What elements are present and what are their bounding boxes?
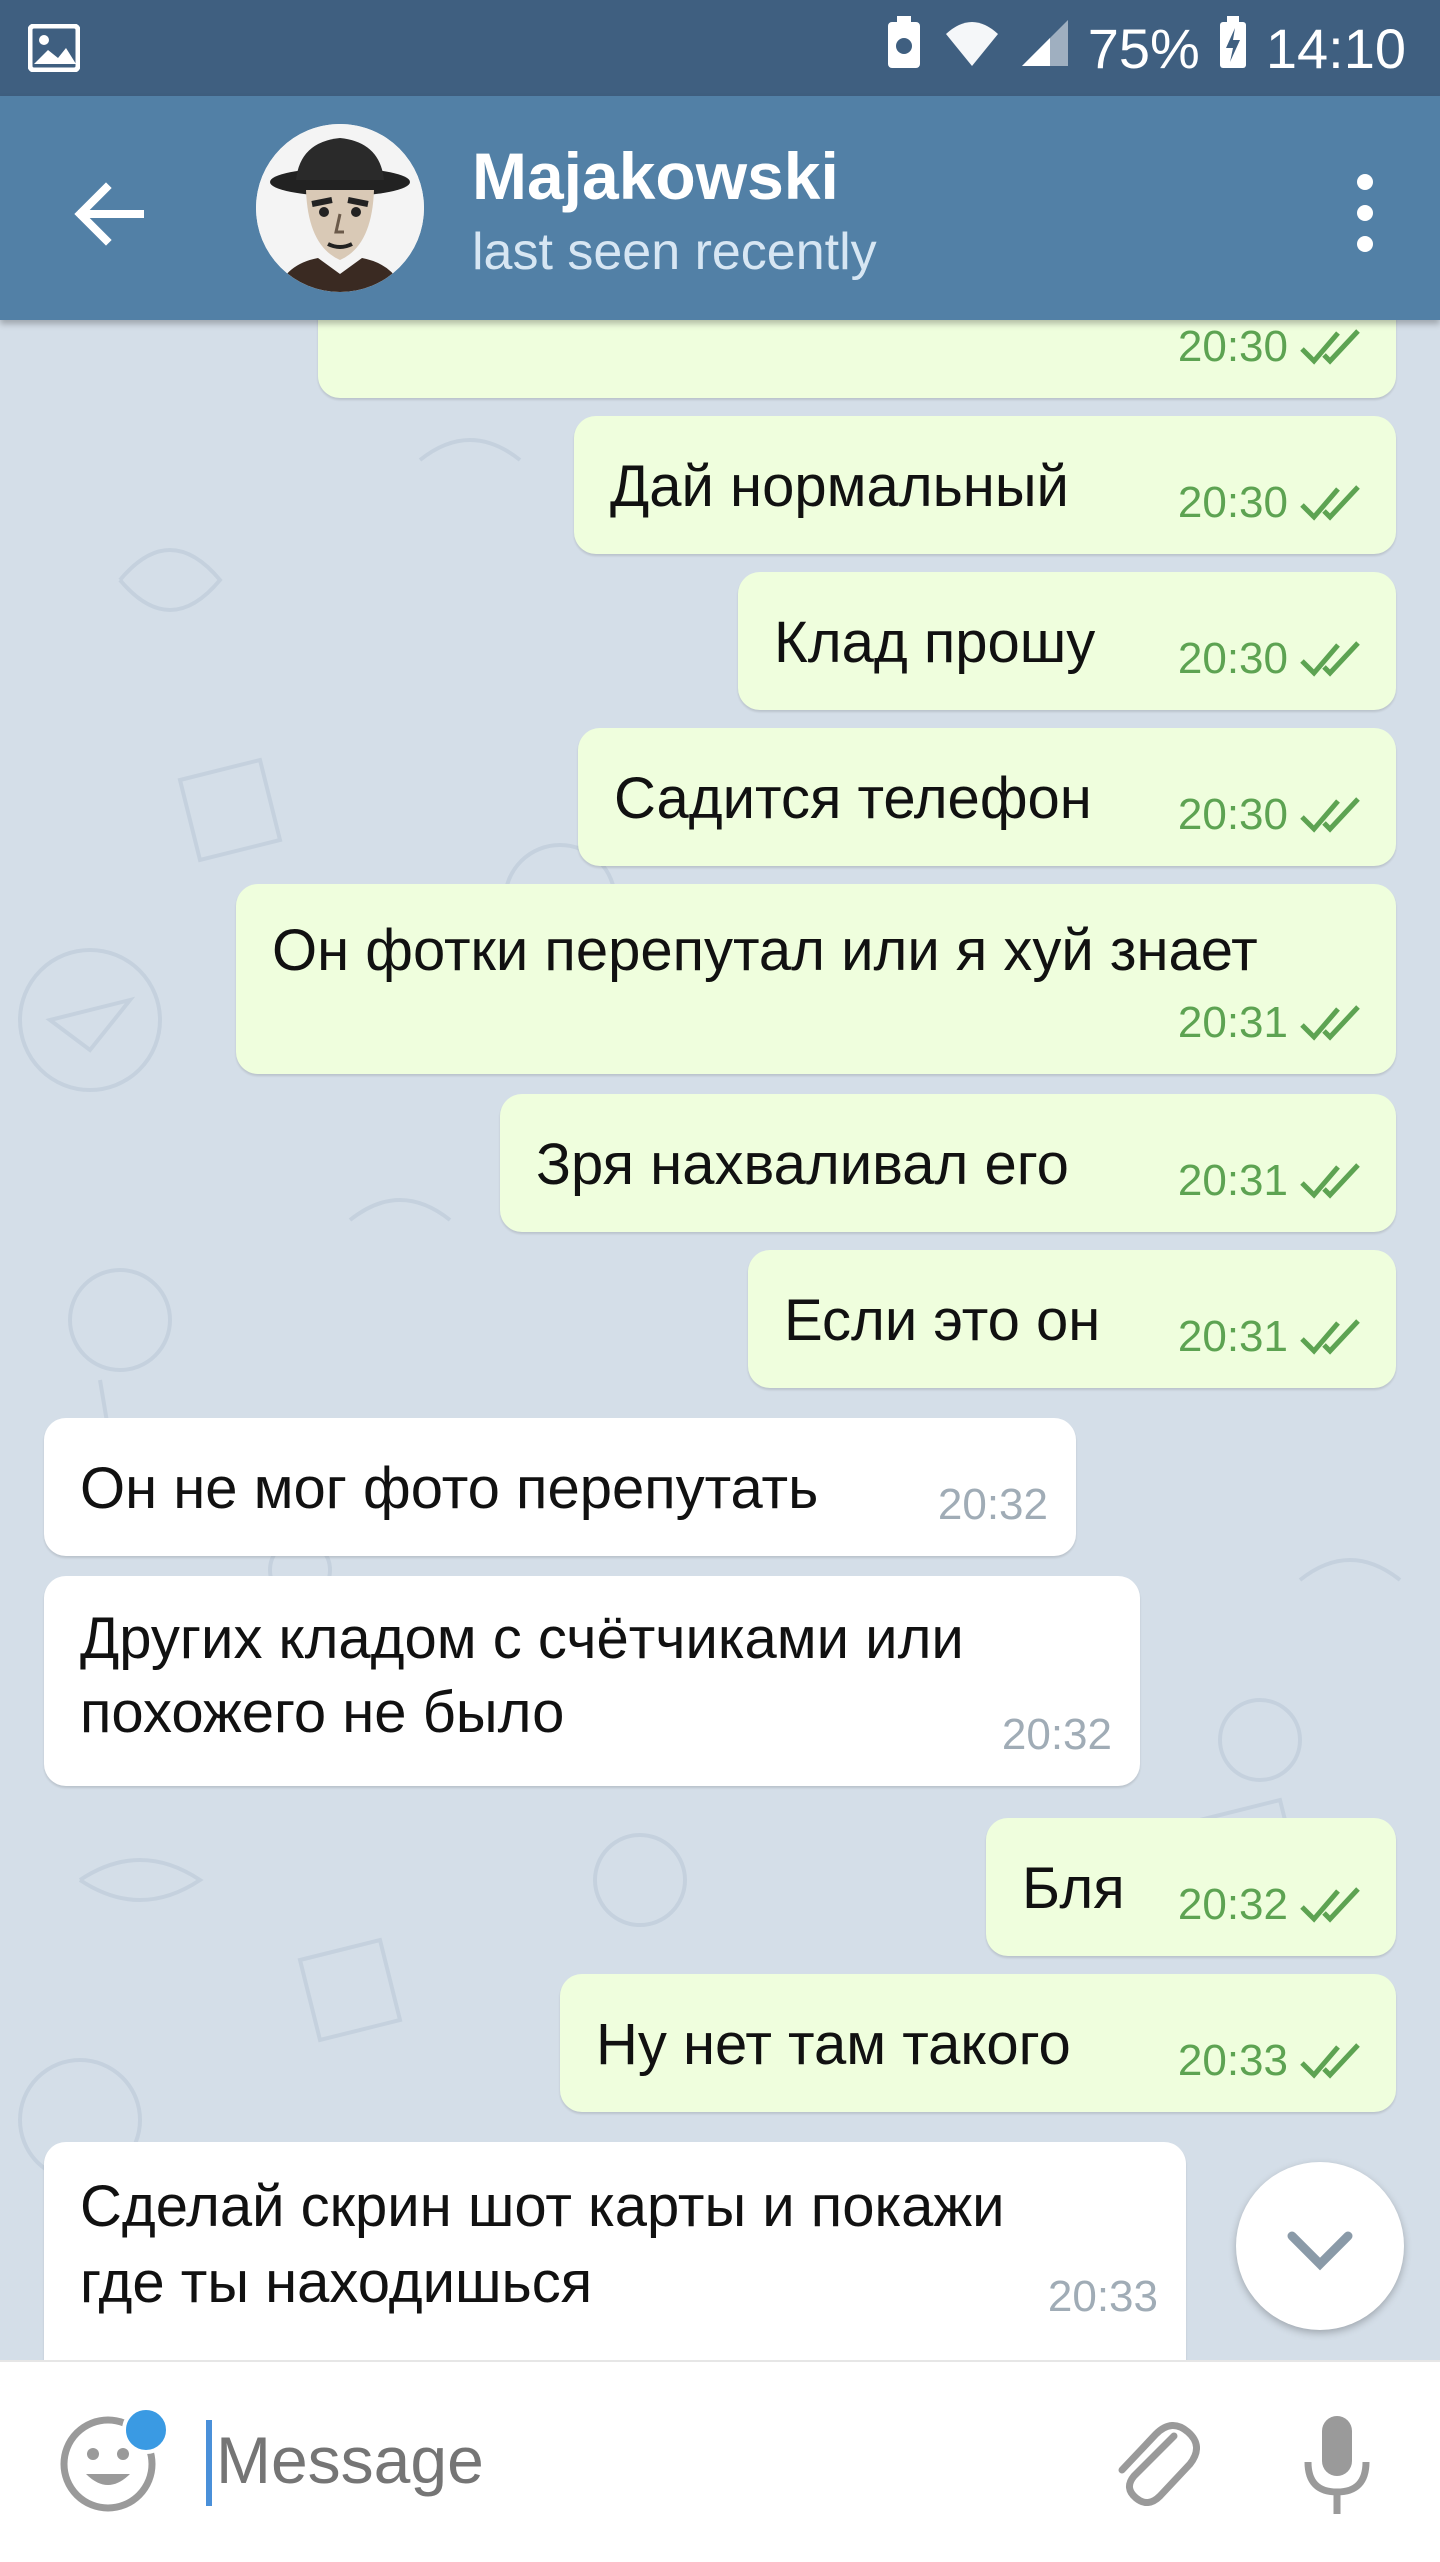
avatar[interactable] [256,124,424,292]
message-time: 20:32 [1001,1710,1112,1759]
double-check-icon [1300,1887,1360,1923]
message-text: Он не мог фото перепутать [80,1456,819,1521]
message-meta: 20:33 [1048,2260,1158,2334]
clock: 14:10 [1265,17,1406,80]
message-meta: 20:32 [1178,1868,1368,1942]
message-meta: 20:30 [1178,320,1368,384]
microphone-icon[interactable] [1292,2410,1382,2520]
battery-saver-icon [884,14,924,83]
message-bubble-outgoing[interactable]: Бля 20:32 [986,1818,1396,1956]
message-composer [0,2360,1440,2562]
message-bubble-incoming[interactable]: Он не мог фото перепутать 20:32 [44,1418,1076,1556]
message-meta: 20:31 [1178,1300,1368,1374]
double-check-icon [1300,1005,1360,1041]
double-check-icon [1300,641,1360,677]
double-check-icon [1300,1163,1360,1199]
signal-icon [1020,16,1070,81]
more-vertical-icon[interactable] [1330,168,1400,258]
chat-header: Majakowski last seen recently [0,96,1440,320]
message-bubble-outgoing[interactable]: Если это он 20:31 [748,1250,1396,1388]
message-bubble-incoming[interactable]: Сделай скрин шот карты и покажи где ты н… [44,2142,1186,2360]
message-time: 20:32 [937,1480,1048,1529]
message-bubble-outgoing[interactable]: Зря нахваливал его 20:31 [500,1094,1396,1232]
message-time: 20:31 [1177,1156,1288,1205]
message-time: 20:31 [1177,998,1288,1047]
message-time: 20:30 [1177,634,1288,683]
double-check-icon [1300,329,1360,365]
double-check-icon [1300,2043,1360,2079]
message-time: 20:30 [1177,790,1288,839]
message-meta: 20:33 [1178,2024,1368,2098]
message-text-line1: Сделай скрин шот карты и покажи [80,2174,1005,2239]
paperclip-icon[interactable] [1104,2414,1200,2514]
message-text: Бля [1022,1856,1125,1921]
notification-dot [122,2406,170,2454]
message-bubble-outgoing[interactable]: Клад прошу 20:30 [738,572,1396,710]
message-text: Ну нет там такого [596,2012,1071,2077]
text-cursor [206,2420,212,2506]
wifi-icon [942,16,1002,81]
scroll-down-button[interactable] [1236,2162,1404,2330]
battery-percent: 75% [1087,17,1200,80]
message-text: Если это он [784,1288,1101,1353]
double-check-icon [1300,797,1360,833]
message-bubble-outgoing[interactable]: Садится телефон 20:30 [578,728,1396,866]
message-bubble-outgoing[interactable]: Он фотки перепутал или я хуй знает 20:31 [236,884,1396,1074]
arrow-left-icon[interactable] [60,164,160,264]
message-text-line1: Других кладом с счётчиками или [80,1606,964,1671]
message-text-line2: похожего не было [80,1680,565,1745]
message-text: Дай нормальный [610,454,1069,519]
message-meta: 20:31 [1178,1144,1368,1218]
message-text: Садится телефон [614,766,1092,831]
double-check-icon [1300,485,1360,521]
battery-charging-icon [1218,14,1248,83]
message-list[interactable]: 20:30 Дай нормальный 20:30 Клад прошу 20… [0,320,1440,2360]
message-meta: 20:30 [1178,466,1368,540]
message-time: 20:30 [1177,322,1288,371]
message-meta: 20:30 [1178,622,1368,696]
message-bubble-outgoing[interactable]: Ну нет там такого 20:33 [560,1974,1396,2112]
message-text-line2: где ты находишься [80,2250,593,2315]
message-text: Он фотки перепутал или я хуй знает [272,918,1258,983]
message-meta: 20:32 [1002,1698,1112,1772]
message-time: 20:33 [1047,2272,1158,2321]
message-meta: 20:32 [938,1468,1048,1542]
message-meta: 20:30 [1178,778,1368,852]
chevron-down-icon [1287,2231,1353,2271]
message-bubble-incoming[interactable]: Других кладом с счётчиками или похожего … [44,1576,1140,1786]
message-time: 20:30 [1177,478,1288,527]
message-text: Клад прошу [774,610,1096,675]
message-bubble-outgoing[interactable]: 20:30 [318,320,1396,398]
message-meta: 20:31 [1178,986,1368,1060]
message-bubble-outgoing[interactable]: Дай нормальный 20:30 [574,416,1396,554]
status-bar: 75% 14:10 [0,0,1440,96]
message-text: Зря нахваливал его [536,1132,1069,1197]
chat-title[interactable]: Majakowski [472,138,839,214]
message-time: 20:33 [1177,2036,1288,2085]
double-check-icon [1300,1319,1360,1355]
gallery-icon [27,23,81,77]
message-input[interactable] [216,2422,1016,2498]
message-time: 20:31 [1177,1312,1288,1361]
last-seen-status: last seen recently [472,223,877,281]
message-time: 20:32 [1177,1880,1288,1929]
